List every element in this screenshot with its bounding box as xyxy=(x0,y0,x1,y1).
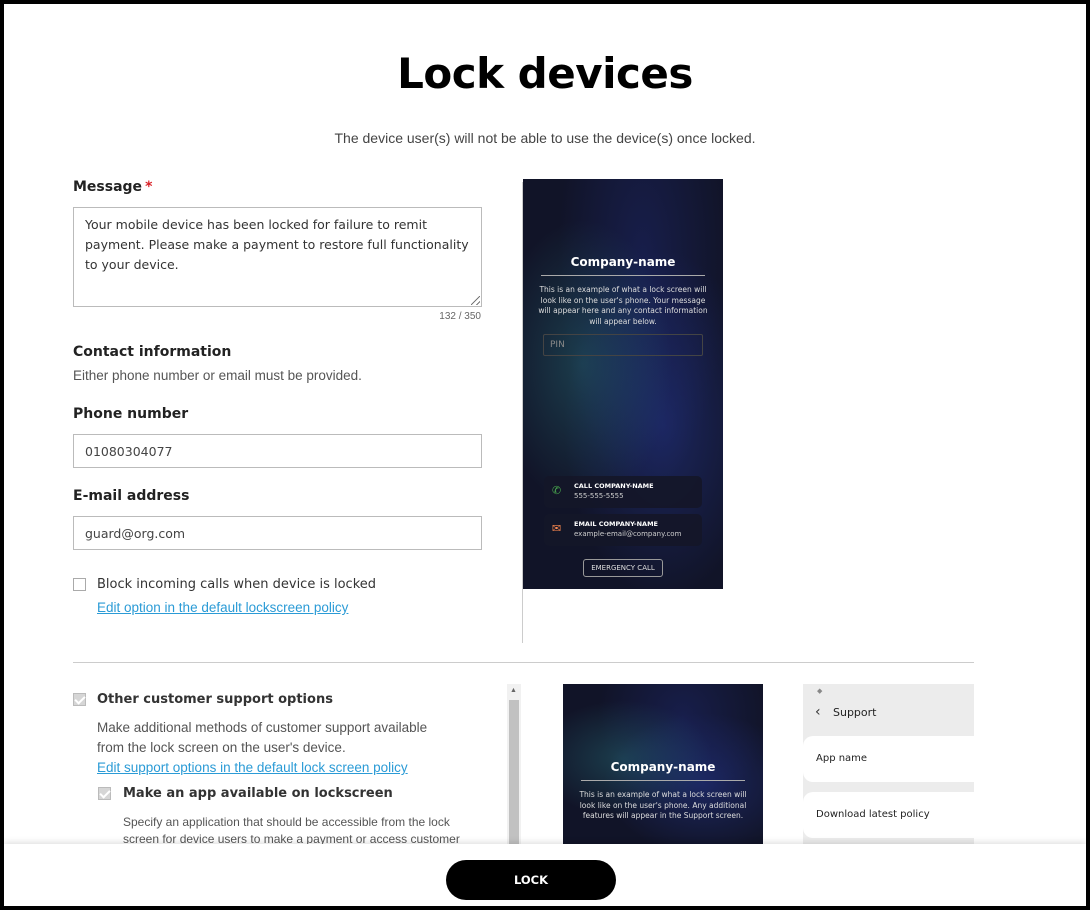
block-calls-checkbox[interactable] xyxy=(73,578,86,591)
support-options-description: Make additional methods of customer supp… xyxy=(97,720,428,755)
lockscreen-preview: Company-name This is an example of what … xyxy=(523,179,723,589)
mail-icon: ✉ xyxy=(552,522,562,535)
phone-icon: ✆ xyxy=(552,484,562,497)
block-calls-label: Block incoming calls when device is lock… xyxy=(97,577,377,592)
preview-pin-field: PIN xyxy=(543,334,703,356)
preview-emergency-button: EMERGENCY CALL xyxy=(583,559,663,577)
preview-company-name: Company-name xyxy=(570,255,676,269)
edit-support-policy-link[interactable]: Edit support options in the default lock… xyxy=(97,760,408,775)
email-label: E-mail address xyxy=(73,488,190,504)
support-item-app-name: App name xyxy=(803,736,974,782)
scrollbar[interactable]: ▲ xyxy=(507,684,521,850)
wifi-icon: ◆ xyxy=(817,687,823,695)
scrollbar-thumb[interactable] xyxy=(509,700,519,850)
email-input[interactable] xyxy=(73,516,482,550)
page-subtitle: The device user(s) will not be able to u… xyxy=(334,130,756,146)
preview-email-title: EMAIL COMPANY-NAME xyxy=(574,520,658,528)
preview-call-title: CALL COMPANY-NAME xyxy=(574,482,654,490)
footer-bar: LOCK xyxy=(4,844,1086,906)
app-lockscreen-description: Specify an application that should be ac… xyxy=(123,815,460,846)
message-char-counter: 132 / 350 xyxy=(439,311,481,322)
resize-grip-icon[interactable] xyxy=(471,296,480,305)
preview-email-card: ✉ EMAIL COMPANY-NAME example-email@compa… xyxy=(544,514,702,546)
preview-message: This is an example of what a lock screen… xyxy=(538,285,708,326)
app-lockscreen-label: Make an app available on lockscreen xyxy=(123,786,393,801)
support-lockscreen-preview: Company-name This is an example of what … xyxy=(563,684,763,850)
contact-info-heading: Contact information xyxy=(73,344,232,360)
support-screen-preview: ◆ ‹ Support App name Download latest pol… xyxy=(803,684,974,850)
contact-info-hint: Either phone number or email must be pro… xyxy=(73,368,362,383)
phone-input[interactable] xyxy=(73,434,482,468)
scroll-up-icon[interactable]: ▲ xyxy=(510,687,517,694)
support-item-download-policy: Download latest policy xyxy=(803,792,974,838)
preview2-company-name: Company-name xyxy=(610,760,716,774)
message-label-text: Message xyxy=(73,179,143,195)
preview-call-number: 555-555-5555 xyxy=(574,492,624,500)
preview-email-address: example-email@company.com xyxy=(574,530,682,538)
app-lockscreen-checkbox[interactable] xyxy=(98,787,111,800)
page-title: Lock devices xyxy=(397,49,693,98)
preview-divider xyxy=(541,275,705,276)
support-options-label: Other customer support options xyxy=(97,692,333,707)
divider-horizontal xyxy=(73,662,974,663)
lock-button[interactable]: LOCK xyxy=(446,860,616,900)
phone-label: Phone number xyxy=(73,406,189,422)
required-mark: * xyxy=(145,179,153,195)
message-textarea[interactable]: Your mobile device has been locked for f… xyxy=(73,207,482,307)
preview-call-card: ✆ CALL COMPANY-NAME 555-555-5555 xyxy=(544,476,702,508)
lock-devices-dialog: Lock devices The device user(s) will not… xyxy=(4,4,1086,906)
back-arrow-icon: ‹ xyxy=(815,704,821,720)
edit-lockscreen-policy-link[interactable]: Edit option in the default lockscreen po… xyxy=(97,600,348,615)
message-label: Message * xyxy=(73,179,152,195)
preview2-divider xyxy=(581,780,745,781)
support-options-checkbox[interactable] xyxy=(73,693,86,706)
support-screen-title: Support xyxy=(833,706,877,719)
preview2-message: This is an example of what a lock screen… xyxy=(579,790,747,820)
